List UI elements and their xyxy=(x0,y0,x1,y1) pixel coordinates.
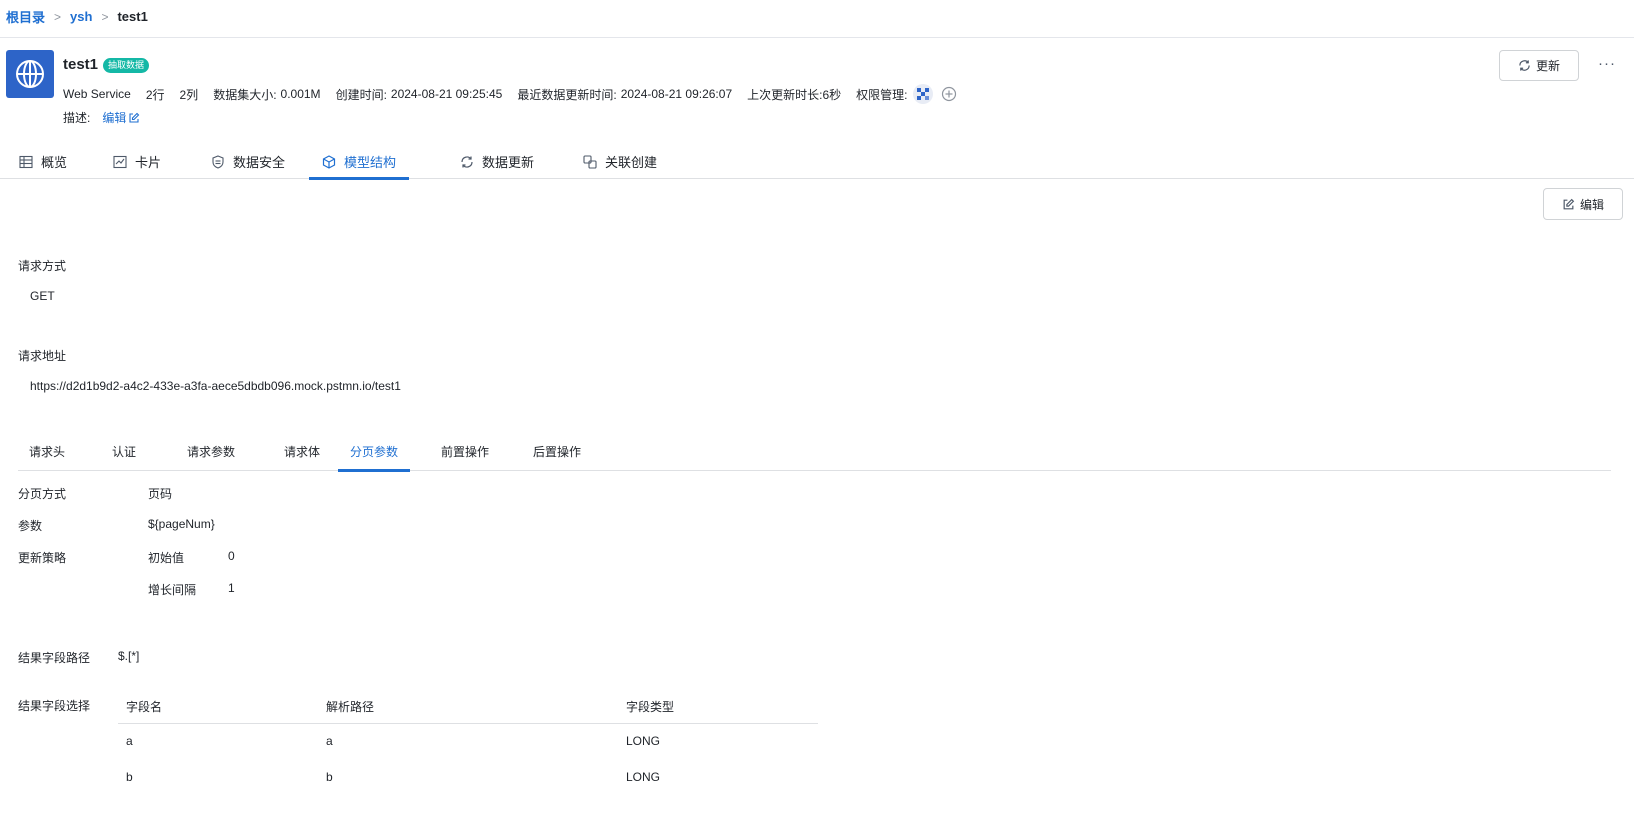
request-url-value: https://d2d1b9d2-a4c2-433e-a3fa-aece5dbd… xyxy=(30,379,401,393)
tab-cards-label: 卡片 xyxy=(135,155,162,170)
cell-field-name: b xyxy=(126,770,133,784)
header-divider xyxy=(0,37,1634,38)
result-select-label: 结果字段选择 xyxy=(18,699,91,713)
subtab-request-headers[interactable]: 请求头 xyxy=(18,440,76,471)
breadcrumb-current: test1 xyxy=(117,9,148,24)
tab-cards[interactable]: 卡片 xyxy=(113,144,161,179)
tab-data-update[interactable]: 数据更新 xyxy=(460,144,534,179)
avatar[interactable] xyxy=(913,84,934,104)
shield-icon xyxy=(212,154,224,169)
col-count: 2列 xyxy=(179,87,199,102)
tab-data-security-label: 数据安全 xyxy=(233,155,286,170)
created-label: 创建时间: xyxy=(335,87,387,102)
edit-button-label: 编辑 xyxy=(1579,197,1604,212)
tab-overview[interactable]: 概览 xyxy=(19,144,67,179)
subtab-pagination[interactable]: 分页参数 xyxy=(338,440,410,472)
edit-icon xyxy=(1563,198,1575,209)
tab-model-structure[interactable]: 模型结构 xyxy=(309,144,410,180)
result-fields-table: 字段名 解析路径 字段类型 a a LONG b b LONG xyxy=(118,690,818,795)
chart-icon xyxy=(113,155,127,168)
table-icon xyxy=(19,155,33,168)
update-duration: 上次更新时长:6秒 xyxy=(747,87,842,102)
col-header-field-type: 字段类型 xyxy=(618,690,818,724)
dataset-type: Web Service xyxy=(63,87,131,101)
main-tabs: 概览 卡片 数据安全 模型结构 数据更新 关联创建 xyxy=(0,144,1634,180)
result-path-label: 结果字段路径 xyxy=(18,651,91,665)
request-method-value: GET xyxy=(30,289,55,303)
initial-value-label: 初始值 xyxy=(148,551,185,565)
initial-value: 0 xyxy=(228,549,235,563)
request-sub-tabs: 请求头 认证 请求参数 请求体 分页参数 前置操作 后置操作 xyxy=(18,440,1611,472)
created-value: 2024-08-21 09:25:45 xyxy=(390,87,503,101)
cell-field-name: a xyxy=(126,734,133,749)
tab-overview-label: 概览 xyxy=(41,155,68,170)
tab-data-update-label: 数据更新 xyxy=(482,155,535,170)
permission-label: 权限管理: xyxy=(856,87,908,102)
breadcrumb: 根目录 > ysh > test1 xyxy=(6,7,148,26)
request-method-label: 请求方式 xyxy=(18,259,67,273)
updated-value: 2024-08-21 09:26:07 xyxy=(620,87,733,101)
description-row: 描述: 编辑 xyxy=(63,109,140,126)
subtab-request-params[interactable]: 请求参数 xyxy=(176,440,246,471)
breadcrumb-folder-link[interactable]: ysh xyxy=(70,9,92,24)
cell-field-type: LONG xyxy=(626,734,661,749)
result-path-value: $.[*] xyxy=(118,649,140,663)
pagination-mode-value: 页码 xyxy=(148,487,173,501)
cell-field-type: LONG xyxy=(626,770,661,784)
subtab-pre-action[interactable]: 前置操作 xyxy=(430,440,500,471)
step-interval-value: 1 xyxy=(228,581,235,595)
pagination-param-value: ${pageNum} xyxy=(148,517,215,531)
globe-icon xyxy=(6,50,54,98)
refresh-icon xyxy=(461,155,473,168)
breadcrumb-separator: > xyxy=(101,9,109,24)
size-value: 0.001M xyxy=(280,87,321,101)
more-menu-button[interactable]: ··· xyxy=(1597,55,1617,75)
description-label: 描述: xyxy=(63,111,91,125)
request-url-label: 请求地址 xyxy=(18,349,67,363)
table-row: b b LONG xyxy=(118,759,818,795)
step-interval-label: 增长间隔 xyxy=(148,583,197,597)
breadcrumb-root-link[interactable]: 根目录 xyxy=(6,7,45,26)
link-icon xyxy=(583,154,597,169)
dataset-title: test1 xyxy=(63,56,99,73)
cell-parse-path: a xyxy=(326,734,333,749)
breadcrumb-separator: > xyxy=(54,9,62,24)
table-row: a a LONG xyxy=(118,723,818,759)
col-header-parse-path: 解析路径 xyxy=(318,690,618,724)
subtab-auth[interactable]: 认证 xyxy=(104,440,144,471)
tab-data-security[interactable]: 数据安全 xyxy=(211,144,285,179)
extract-badge: 抽取数据 xyxy=(103,58,150,73)
edit-icon xyxy=(129,112,140,123)
update-button[interactable]: 更新 xyxy=(1499,50,1579,81)
pagination-param-label: 参数 xyxy=(18,519,43,533)
size-label: 数据集大小: xyxy=(213,87,277,102)
cell-parse-path: b xyxy=(326,770,333,784)
update-strategy-label: 更新策略 xyxy=(18,551,67,565)
subtab-post-action[interactable]: 后置操作 xyxy=(522,440,592,471)
updated-label: 最近数据更新时间: xyxy=(517,87,617,102)
tab-model-structure-label: 模型结构 xyxy=(344,155,397,170)
subtab-request-body[interactable]: 请求体 xyxy=(274,440,330,471)
refresh-icon xyxy=(1519,60,1530,71)
tab-related-create-label: 关联创建 xyxy=(605,155,658,170)
table-header-row: 字段名 解析路径 字段类型 xyxy=(118,690,818,724)
description-edit-link[interactable]: 编辑 xyxy=(102,109,140,126)
row-count: 2行 xyxy=(145,87,165,102)
cube-icon xyxy=(322,154,336,169)
pagination-mode-label: 分页方式 xyxy=(18,487,67,501)
col-header-field-name: 字段名 xyxy=(118,690,318,724)
description-edit-label: 编辑 xyxy=(102,111,127,125)
update-button-label: 更新 xyxy=(1535,59,1560,73)
tab-related-create[interactable]: 关联创建 xyxy=(583,144,657,179)
dataset-meta: Web Service 2行 2列 数据集大小: 0.001M 创建时间: 20… xyxy=(63,84,957,104)
add-permission-icon[interactable] xyxy=(941,86,957,102)
edit-button[interactable]: 编辑 xyxy=(1543,188,1623,220)
